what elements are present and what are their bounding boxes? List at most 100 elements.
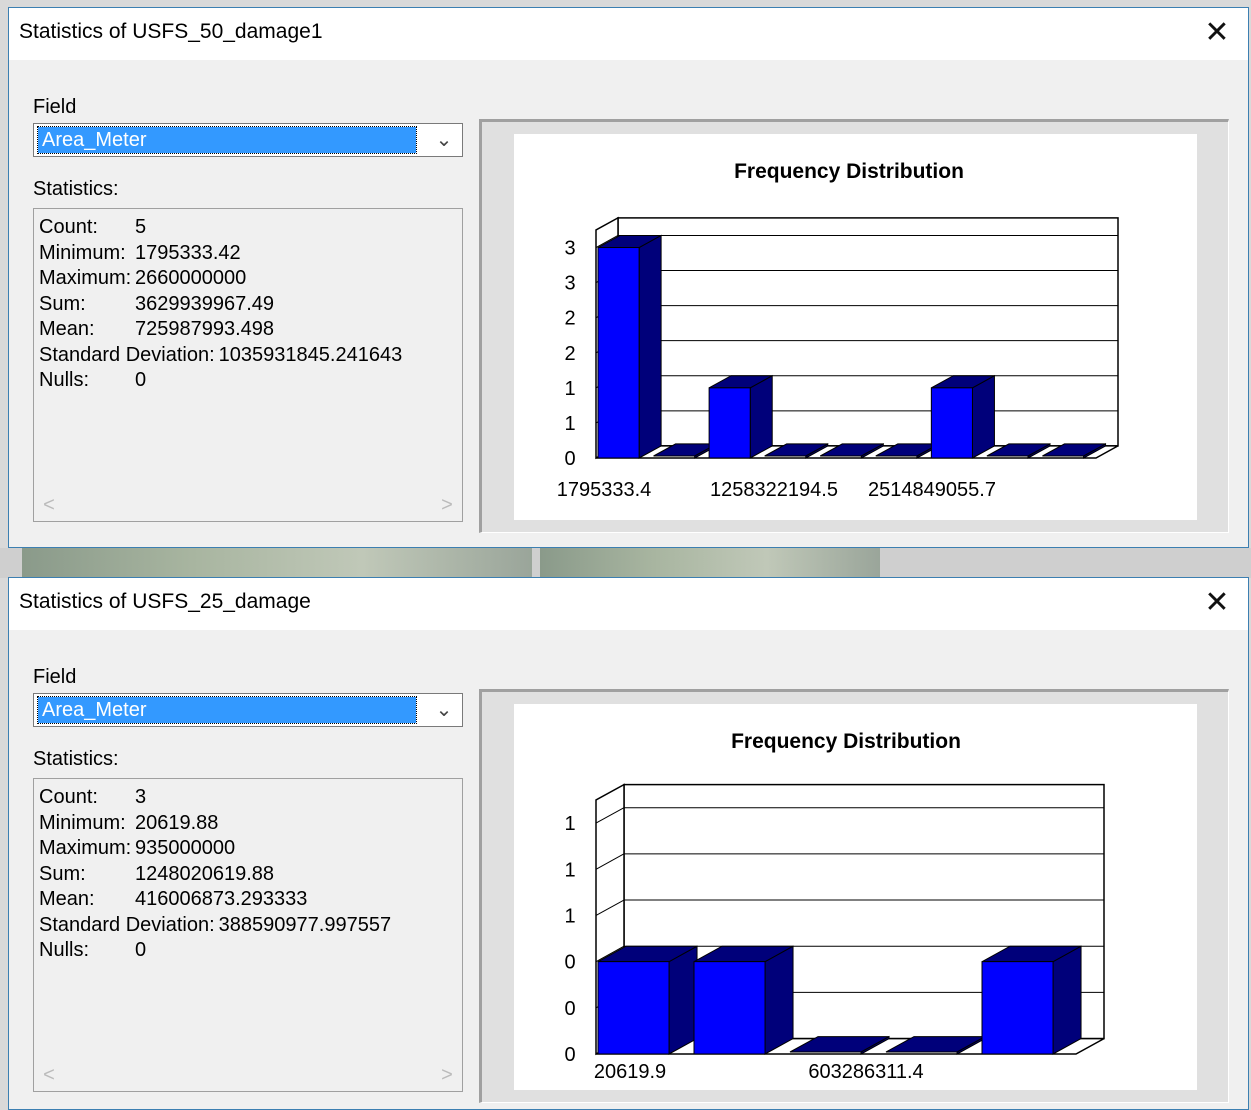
stat-row: Nulls: 0 — [39, 938, 391, 964]
field-dropdown[interactable]: Area_Meter ⌄ — [33, 693, 463, 727]
chevron-down-icon[interactable]: ⌄ — [426, 694, 462, 726]
dialog-title: Statistics of USFS_25_damage — [19, 590, 311, 613]
y-tick-label: 2 — [564, 308, 575, 330]
stat-key: Mean: — [39, 318, 95, 340]
chart-bar-front — [930, 387, 973, 459]
stat-row: Count: 3 — [39, 785, 391, 811]
y-tick-label: 1 — [564, 905, 575, 927]
horizontal-scrollbar[interactable]: < > — [35, 490, 461, 520]
background-window — [0, 548, 1251, 578]
stat-key: Nulls: — [39, 369, 90, 391]
stat-key: Mean: — [39, 888, 95, 910]
stat-value: 3 — [135, 786, 147, 808]
chart-svg: Frequency Distribution 0 1 1 2 2 3 3 1795333.4 12… — [557, 160, 1119, 501]
stat-value: 725987993.498 — [135, 318, 275, 340]
stat-value: 416006873.293333 — [135, 888, 308, 910]
frequency-chart: Frequency Distribution 0 1 1 2 2 3 3 1795333.4 12… — [514, 134, 1197, 520]
stat-key: Count: — [39, 786, 98, 808]
scroll-left-icon[interactable]: < — [35, 490, 63, 520]
y-tick-label: 0 — [564, 998, 575, 1020]
chart-bar-side — [749, 374, 773, 459]
stat-value: 0 — [135, 369, 147, 391]
x-tick-label: 2514849055.7 — [868, 479, 996, 501]
stat-row: Sum: 1248020619.88 — [39, 862, 391, 888]
chart-bar-front — [981, 961, 1054, 1055]
chart-bar-front — [693, 961, 766, 1055]
stat-value: 1035931845.241643 — [218, 343, 403, 366]
dialog-title: Statistics of USFS_50_damage1 — [19, 20, 323, 43]
chart-bar-side — [971, 374, 995, 459]
chart-panel: Frequency Distribution 0 0 0 1 1 1 20619.9 60328… — [479, 689, 1229, 1103]
x-tick-label: 1795333.4 — [557, 479, 652, 501]
stat-key: Standard Deviation: — [39, 343, 215, 366]
chart-bar — [930, 374, 995, 459]
y-tick-label: 1 — [564, 413, 575, 435]
chart-bar-front — [597, 247, 640, 459]
y-tick-label: 3 — [564, 273, 575, 295]
stat-value: 1795333.42 — [135, 241, 241, 264]
stat-row: Nulls: 0 — [39, 368, 402, 394]
chart-back-wall — [617, 217, 1119, 447]
statistics-dialog: Statistics of USFS_50_damage1 ✕ Field Ar… — [8, 7, 1249, 548]
scroll-left-icon[interactable]: < — [35, 1060, 63, 1090]
chart-bar-side — [638, 234, 662, 459]
stat-key: Maximum: — [39, 267, 132, 289]
scroll-right-icon[interactable]: > — [433, 1060, 461, 1090]
y-tick-label: 0 — [564, 1044, 575, 1066]
stat-key: Minimum: — [39, 811, 126, 834]
stat-value: 20619.88 — [135, 811, 219, 834]
y-tick-label: 0 — [564, 448, 575, 470]
stat-value: 3629939967.49 — [135, 292, 275, 315]
stat-row: Sum: 3629939967.49 — [39, 292, 402, 318]
stat-row: Minimum: 1795333.42 — [39, 241, 402, 267]
stat-value: 0 — [135, 939, 147, 961]
statistics-box[interactable]: Count: 3 Minimum: 20619.88 Maximum: 9350000… — [33, 778, 463, 1092]
y-tick-label: 1 — [564, 859, 575, 881]
scroll-right-icon[interactable]: > — [433, 490, 461, 520]
chart-panel: Frequency Distribution 0 1 1 2 2 3 3 1795333.4 12… — [479, 119, 1229, 533]
statistics-label: Statistics: — [33, 748, 119, 770]
horizontal-scrollbar[interactable]: < > — [35, 1060, 461, 1090]
stat-key: Sum: — [39, 292, 86, 315]
stat-key: Count: — [39, 216, 98, 238]
stat-key: Standard Deviation: — [39, 913, 215, 936]
y-tick-label: 0 — [564, 952, 575, 974]
chart-bar-side — [668, 945, 698, 1055]
stat-value: 5 — [135, 216, 147, 238]
stat-row: Maximum: 935000000 — [39, 836, 391, 862]
stat-row: Mean: 416006873.293333 — [39, 887, 391, 913]
y-tick-label: 3 — [564, 238, 575, 260]
stat-row: Maximum: 2660000000 — [39, 266, 402, 292]
stat-value: 1248020619.88 — [135, 862, 275, 885]
background-map-image — [22, 548, 532, 578]
title-bar: Statistics of USFS_25_damage ✕ — [9, 578, 1248, 630]
stat-value: 388590977.997557 — [218, 913, 392, 936]
close-icon[interactable]: ✕ — [1200, 16, 1234, 50]
statistics-label: Statistics: — [33, 178, 119, 200]
chart-title: Frequency Distribution — [734, 160, 964, 183]
stat-key: Sum: — [39, 862, 86, 885]
field-dropdown-value: Area_Meter — [37, 696, 417, 724]
chart-bar-side — [1052, 945, 1082, 1055]
chart-bar — [597, 945, 698, 1055]
chart-bar — [597, 234, 662, 459]
stat-key: Minimum: — [39, 241, 126, 264]
y-tick-label: 1 — [564, 378, 575, 400]
chart-title: Frequency Distribution — [731, 730, 961, 753]
frequency-chart: Frequency Distribution 0 0 0 1 1 1 20619.9 60328… — [514, 704, 1197, 1090]
chart-bar — [981, 945, 1082, 1055]
stat-key: Maximum: — [39, 837, 132, 859]
field-label: Field — [33, 96, 77, 118]
field-label: Field — [33, 666, 77, 688]
y-tick-label: 1 — [564, 813, 575, 835]
close-icon[interactable]: ✕ — [1200, 586, 1234, 620]
x-tick-label: 20619.9 — [594, 1061, 666, 1083]
stat-row: Mean: 725987993.498 — [39, 317, 402, 343]
chevron-down-icon[interactable]: ⌄ — [426, 124, 462, 156]
statistics-dialog: Statistics of USFS_25_damage ✕ Field Are… — [8, 577, 1249, 1110]
field-dropdown[interactable]: Area_Meter ⌄ — [33, 123, 463, 157]
chart-bar — [693, 945, 794, 1055]
chart-bar-front — [708, 387, 751, 459]
statistics-box[interactable]: Count: 5 Minimum: 1795333.42 Maximum: 26600… — [33, 208, 463, 522]
chart-bar-front — [597, 961, 670, 1055]
